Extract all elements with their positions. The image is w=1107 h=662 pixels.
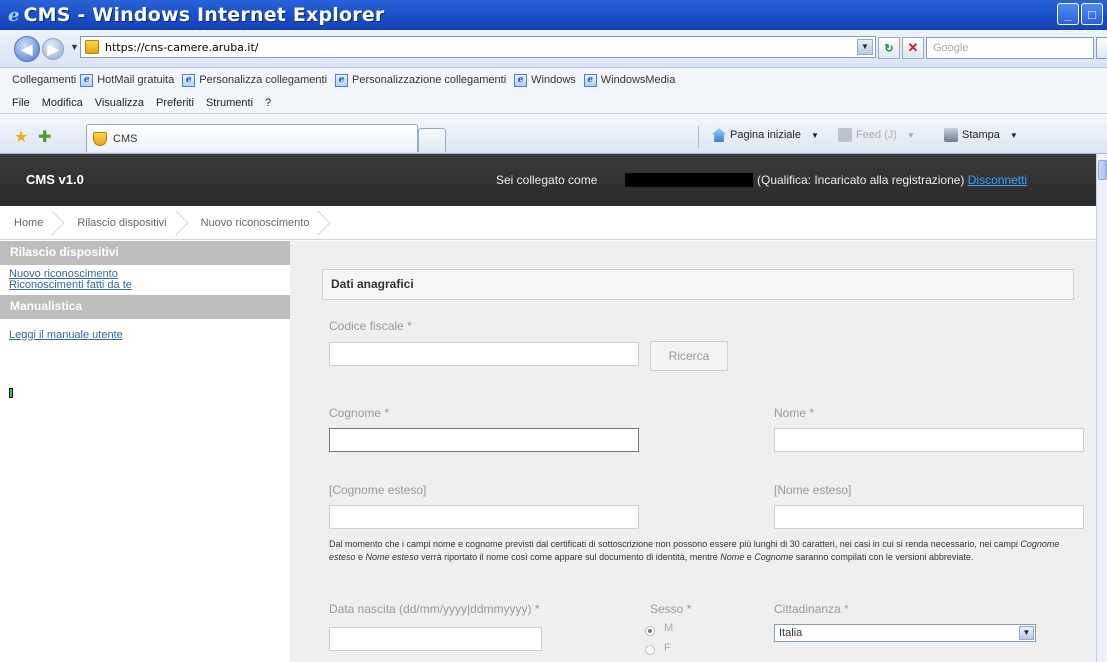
refresh-button[interactable]: ↻: [878, 37, 900, 59]
ie-page-icon: e: [80, 73, 94, 87]
cittadinanza-select[interactable]: Italia ▼: [774, 624, 1036, 642]
sidebar-item-manuale[interactable]: Leggi il manuale utente: [0, 330, 290, 341]
sesso-label: Sesso *: [650, 602, 692, 616]
ie-page-icon: e: [514, 73, 528, 87]
favorites-star-icon[interactable]: ★: [14, 127, 28, 147]
nome-label: Nome *: [774, 406, 815, 420]
breadcrumb: Home Rilascio dispositivi Nuovo riconosc…: [0, 206, 1096, 240]
stop-button[interactable]: ✕: [902, 37, 924, 59]
forward-button[interactable]: ▶: [42, 38, 64, 60]
window-controls: _ □: [1057, 3, 1103, 25]
search-go-button[interactable]: [1096, 37, 1107, 59]
menu-visualizza[interactable]: Visualizza: [95, 97, 144, 109]
logout-link[interactable]: Disconnetti: [968, 173, 1027, 187]
app-header: CMS v1.0 Sei collegato come (Qualifica: …: [0, 154, 1096, 206]
shield-icon: [93, 131, 107, 146]
cittadinanza-label: Cittadinanza *: [774, 602, 849, 616]
link-item[interactable]: e Personalizzazione collegamenti: [335, 73, 506, 87]
feed-button[interactable]: Feed (J) ▼: [838, 128, 915, 142]
tab-title: CMS: [113, 132, 138, 145]
menu-strumenti[interactable]: Strumenti: [206, 97, 253, 109]
link-item[interactable]: e HotMail gratuita: [80, 73, 174, 87]
sidebar: Rilascio dispositivi Nuovo riconosciment…: [0, 241, 290, 662]
cognome-esteso-input[interactable]: [329, 505, 639, 529]
menu-help[interactable]: ?: [265, 97, 271, 109]
home-button[interactable]: Pagina iniziale ▼: [712, 128, 819, 142]
chevron-down-icon[interactable]: ▼: [1019, 626, 1034, 640]
main-content: Dati anagrafici Codice fiscale * Ricerca…: [290, 241, 1096, 662]
address-bar[interactable]: https://cns-camere.aruba.it/ ▼: [80, 36, 876, 58]
breadcrumb-separator: [306, 210, 331, 235]
address-url: https://cns-camere.aruba.it/: [105, 40, 259, 54]
cursor-marker: [9, 388, 13, 398]
command-separator: [698, 126, 699, 148]
user-qualification: (Qualifica: Incaricato alla registrazion…: [757, 173, 1028, 187]
breadcrumb-rilascio[interactable]: Rilascio dispositivi: [57, 206, 189, 240]
sidebar-section-manualistica: Manualistica: [0, 295, 290, 319]
sesso-f-label: F: [664, 642, 671, 654]
back-button[interactable]: ◀: [14, 36, 40, 62]
ie-page-icon: e: [182, 73, 196, 87]
redacted-username: [625, 173, 753, 187]
logged-as-label: Sei collegato come: [496, 173, 598, 187]
link-item[interactable]: e Windows: [514, 73, 576, 87]
panel-dati-anagrafici: Dati anagrafici: [322, 269, 1074, 300]
codice-fiscale-input[interactable]: [329, 342, 639, 366]
ie-logo-icon: e: [8, 4, 20, 26]
sesso-f-radio[interactable]: [645, 645, 655, 655]
ie-page-icon: e: [335, 73, 349, 87]
nome-input[interactable]: [774, 428, 1084, 452]
address-dropdown-icon[interactable]: ▼: [857, 39, 873, 55]
menu-bar: File Modifica Visualizza Preferiti Strum…: [0, 92, 1107, 114]
breadcrumb-current: Nuovo riconoscimento: [181, 206, 331, 240]
nome-esteso-input[interactable]: [774, 505, 1084, 529]
breadcrumb-home[interactable]: Home: [0, 206, 65, 240]
link-item[interactable]: e Personalizza collegamenti: [182, 73, 327, 87]
scrollbar-thumb[interactable]: [1098, 160, 1107, 180]
chevron-down-icon[interactable]: ▼: [1010, 131, 1018, 140]
feed-icon: [838, 128, 852, 142]
security-shield-icon: [85, 40, 99, 54]
cognome-input[interactable]: [329, 428, 639, 452]
new-tab-button[interactable]: [418, 128, 446, 152]
search-input[interactable]: Google: [926, 37, 1094, 59]
printer-icon: [944, 128, 958, 142]
minimize-button[interactable]: _: [1057, 3, 1079, 25]
maximize-button[interactable]: □: [1081, 3, 1103, 25]
cognome-label: Cognome *: [329, 406, 390, 420]
codice-fiscale-label: Codice fiscale *: [329, 319, 412, 333]
address-toolbar: ◀ ▶ ▼ https://cns-camere.aruba.it/ ▼ ↻ ✕…: [0, 30, 1107, 68]
chevron-down-icon[interactable]: ▼: [907, 131, 915, 140]
chevron-down-icon[interactable]: ▼: [811, 131, 819, 140]
app-brand: CMS v1.0: [26, 172, 84, 187]
web-page: CMS v1.0 Sei collegato come (Qualifica: …: [0, 154, 1096, 662]
search-button[interactable]: Ricerca: [650, 341, 728, 371]
data-nascita-label: Data nascita (dd/mm/yyyy|ddmmyyyy) *: [329, 602, 540, 616]
links-label: Collegamenti: [12, 74, 77, 86]
page-scrollbar[interactable]: [1096, 154, 1107, 662]
links-bar: Collegamenti e HotMail gratuita e Personal…: [0, 68, 1107, 92]
window-title: CMS - Windows Internet Explorer: [23, 4, 385, 26]
sesso-m-radio[interactable]: [645, 626, 655, 636]
nome-esteso-label: [Nome esteso]: [774, 483, 852, 497]
print-button[interactable]: Stampa ▼: [944, 128, 1018, 142]
tab-cms[interactable]: CMS: [86, 124, 418, 152]
add-favorite-icon[interactable]: ✚: [38, 127, 51, 147]
sidebar-item-riconoscimenti-fatti[interactable]: Riconoscimenti fatti da te: [0, 280, 290, 291]
menu-preferiti[interactable]: Preferiti: [156, 97, 194, 109]
data-nascita-input[interactable]: [329, 627, 542, 651]
link-item[interactable]: e WindowsMedia: [583, 73, 675, 87]
cognome-esteso-label: [Cognome esteso]: [329, 483, 427, 497]
menu-file[interactable]: File: [12, 97, 30, 109]
tab-bar: ★ ✚ CMS Pagina iniziale ▼ Feed (J) ▼ Sta…: [0, 114, 1107, 154]
sesso-m-label: M: [664, 622, 674, 634]
home-icon: [712, 128, 726, 142]
history-dropdown-icon[interactable]: ▼: [70, 42, 79, 52]
sidebar-section-rilascio: Rilascio dispositivi: [0, 241, 290, 265]
ie-page-icon: e: [583, 73, 597, 87]
name-length-note: Dal momento che i campi nome e cognome p…: [329, 539, 1060, 562]
menu-modifica[interactable]: Modifica: [42, 97, 83, 109]
window-titlebar: e CMS - Windows Internet Explorer _ □: [0, 0, 1107, 30]
